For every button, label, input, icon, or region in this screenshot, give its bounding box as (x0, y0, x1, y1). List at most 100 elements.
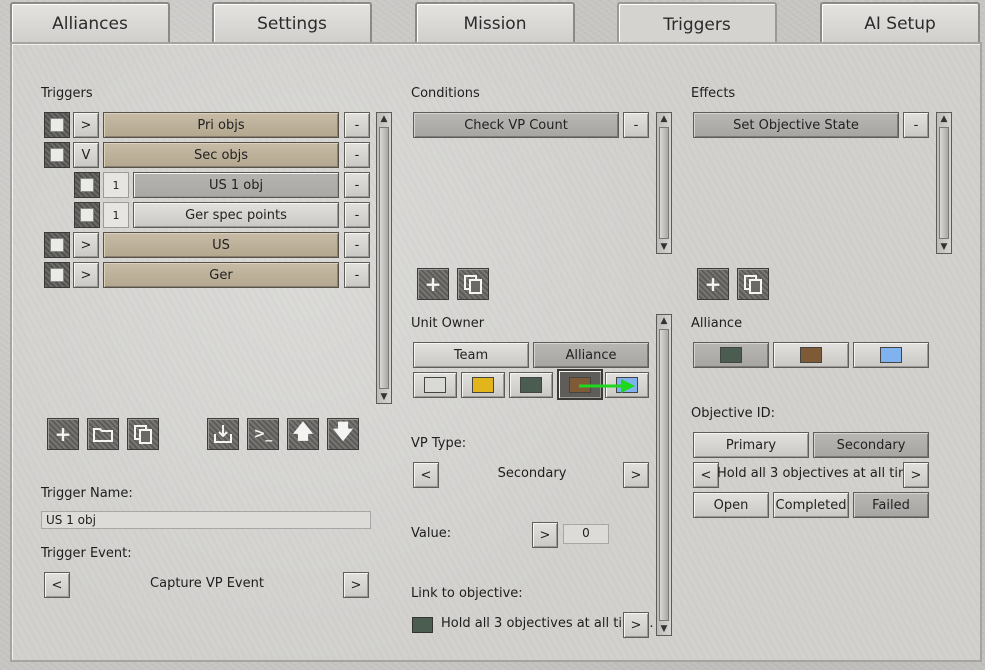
import-icon[interactable] (207, 418, 239, 450)
trigger-item-ger[interactable]: Ger (103, 262, 339, 288)
trigger-enable-checkbox[interactable] (44, 232, 70, 258)
trigger-index: 1 (103, 172, 129, 198)
owner-color-button[interactable] (413, 372, 457, 398)
scroll-up-icon[interactable]: ▲ (938, 114, 950, 124)
tab-ai-setup[interactable]: AI Setup (820, 2, 980, 44)
triggers-panel: Triggers > Pri objs - V Sec objs - 1 US … (10, 42, 982, 662)
tab-alliances[interactable]: Alliances (10, 2, 170, 44)
arrow-up-icon[interactable]: 🡅 (287, 418, 319, 450)
effect-remove-button[interactable]: - (903, 112, 929, 138)
tab-triggers[interactable]: Triggers (617, 2, 777, 46)
owner-color-button[interactable] (461, 372, 505, 398)
owner-alliance-button[interactable]: Alliance (533, 342, 649, 368)
trigger-index: 1 (103, 202, 129, 228)
trigger-remove-button[interactable]: - (344, 142, 370, 168)
alliance-color-swatch (720, 347, 742, 363)
copy-icon[interactable] (127, 418, 159, 450)
condition-remove-button[interactable]: - (623, 112, 649, 138)
scroll-down-icon[interactable]: ▼ (658, 242, 670, 252)
trigger-collapse-button[interactable]: V (73, 142, 99, 168)
effects-scrollbar[interactable]: ▲ ▼ (936, 112, 952, 254)
vp-type-prev-button[interactable]: < (413, 462, 439, 488)
alliance-color-button[interactable] (853, 342, 929, 368)
state-failed-button[interactable]: Failed (853, 492, 929, 518)
trigger-event-value: Capture VP Event (150, 576, 264, 591)
objective-secondary-button[interactable]: Secondary (813, 432, 929, 458)
objective-prev-button[interactable]: < (693, 462, 719, 488)
trigger-enable-checkbox[interactable] (74, 172, 100, 198)
owner-color-swatch (520, 377, 542, 393)
state-open-button[interactable]: Open (693, 492, 769, 518)
vp-type-next-button[interactable]: > (623, 462, 649, 488)
arrow-down-icon[interactable]: 🡇 (327, 418, 359, 450)
trigger-item-sec-objs[interactable]: Sec objs (103, 142, 339, 168)
owner-team-button[interactable]: Team (413, 342, 529, 368)
trigger-item-ger-spec-points[interactable]: Ger spec points (133, 202, 339, 228)
scroll-thumb[interactable] (939, 127, 949, 239)
copy-condition-icon[interactable] (457, 268, 489, 300)
triggers-scrollbar[interactable]: ▲ ▼ (376, 112, 392, 404)
trigger-event-label: Trigger Event: (41, 546, 132, 561)
trigger-event-next-button[interactable]: > (343, 572, 369, 598)
scroll-thumb[interactable] (659, 329, 669, 621)
add-condition-icon[interactable]: + (417, 268, 449, 300)
trigger-remove-button[interactable]: - (344, 232, 370, 258)
objective-primary-button[interactable]: Primary (693, 432, 809, 458)
scroll-up-icon[interactable]: ▲ (378, 114, 390, 124)
tab-settings[interactable]: Settings (212, 2, 372, 44)
trigger-item-pri-objs[interactable]: Pri objs (103, 112, 339, 138)
owner-color-swatch (472, 377, 494, 393)
trigger-enable-checkbox[interactable] (44, 142, 70, 168)
link-objective-label: Link to objective: (411, 586, 523, 601)
alliance-label: Alliance (691, 316, 743, 331)
unit-owner-label: Unit Owner (411, 316, 485, 331)
trigger-enable-checkbox[interactable] (44, 112, 70, 138)
link-objective-next-button[interactable]: > (623, 612, 649, 638)
link-objective-color-swatch (412, 617, 433, 633)
trigger-remove-button[interactable]: - (344, 262, 370, 288)
folder-icon[interactable] (87, 418, 119, 450)
scroll-thumb[interactable] (379, 127, 389, 389)
trigger-remove-button[interactable]: - (344, 172, 370, 198)
value-label: Value: (411, 526, 452, 541)
alliance-color-swatch (800, 347, 822, 363)
trigger-expand-button[interactable]: > (73, 232, 99, 258)
trigger-enable-checkbox[interactable] (74, 202, 100, 228)
effect-item-set-objective-state[interactable]: Set Objective State (693, 112, 899, 138)
state-completed-button[interactable]: Completed (773, 492, 849, 518)
objective-next-button[interactable]: > (903, 462, 929, 488)
trigger-expand-button[interactable]: > (73, 262, 99, 288)
console-icon[interactable]: >_ (247, 418, 279, 450)
scroll-down-icon[interactable]: ▼ (938, 242, 950, 252)
conditions-scrollbar[interactable]: ▲ ▼ (656, 112, 672, 254)
alliance-color-swatch (880, 347, 902, 363)
copy-effect-icon[interactable] (737, 268, 769, 300)
scroll-down-icon[interactable]: ▼ (378, 392, 390, 402)
objective-value: Hold all 3 objectives at all times. (717, 466, 903, 481)
trigger-enable-checkbox[interactable] (44, 262, 70, 288)
tab-mission[interactable]: Mission (415, 2, 575, 44)
trigger-item-us-1-obj[interactable]: US 1 obj (133, 172, 339, 198)
trigger-name-input[interactable]: US 1 obj (41, 511, 371, 529)
value-increment-button[interactable]: > (532, 522, 558, 548)
scroll-down-icon[interactable]: ▼ (658, 624, 670, 634)
add-icon[interactable]: + (47, 418, 79, 450)
link-objective-value: Hold all 3 objectives at all times. (441, 616, 654, 631)
trigger-remove-button[interactable]: - (344, 202, 370, 228)
value-input[interactable]: 0 (563, 524, 609, 544)
trigger-expand-button[interactable]: > (73, 112, 99, 138)
objective-id-label: Objective ID: (691, 406, 775, 421)
effects-heading: Effects (691, 86, 736, 101)
alliance-color-button[interactable] (773, 342, 849, 368)
scroll-up-icon[interactable]: ▲ (658, 114, 670, 124)
owner-color-button[interactable] (509, 372, 553, 398)
condition-item-check-vp-count[interactable]: Check VP Count (413, 112, 619, 138)
alliance-color-button-selected[interactable] (693, 342, 769, 368)
trigger-remove-button[interactable]: - (344, 112, 370, 138)
condition-params-scrollbar[interactable]: ▲ ▼ (656, 314, 672, 636)
trigger-event-prev-button[interactable]: < (44, 572, 70, 598)
scroll-up-icon[interactable]: ▲ (658, 316, 670, 326)
trigger-item-us[interactable]: US (103, 232, 339, 258)
scroll-thumb[interactable] (659, 127, 669, 239)
add-effect-icon[interactable]: + (697, 268, 729, 300)
